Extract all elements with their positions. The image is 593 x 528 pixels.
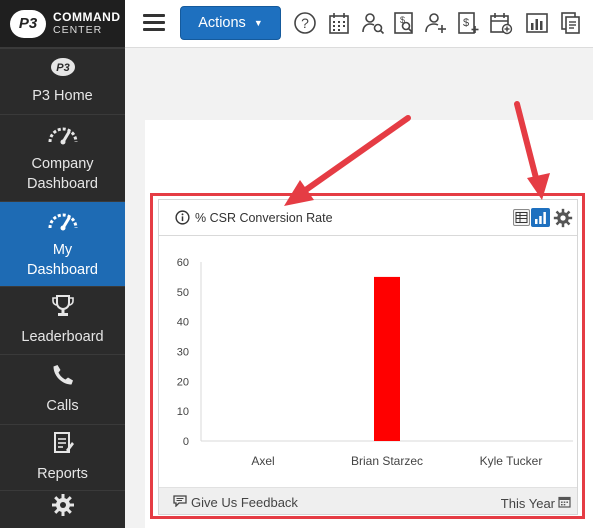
trophy-icon [51,294,74,324]
add-calendar-icon[interactable] [489,11,513,35]
app-root: P3 COMMAND CENTER P3 P3 Home Company Das… [0,0,593,528]
add-user-icon[interactable] [424,11,448,35]
widget-footer: Give Us Feedback This Year [159,487,577,514]
x-tick-label: Kyle Tucker [480,454,543,468]
sidebar-item-leaderboard[interactable]: Leaderboard [0,286,125,354]
add-invoice-icon[interactable]: $ [456,11,480,35]
bar-chart: 0 10 20 30 40 50 60 Axel Brian Starzec Kyle Tuck… [177,257,573,468]
logo-line-1: COMMAND [53,9,121,24]
sidebar-item-company-dashboard[interactable]: Company Dashboard [0,114,125,201]
x-tick-label: Brian Starzec [351,454,423,468]
sidebar-item-calls[interactable]: Calls [0,354,125,424]
logo-line-2: CENTER [53,23,103,36]
report-icon [52,431,74,461]
sidebar-item-label: P3 Home [32,88,93,104]
sidebar-item-label: Reports [37,466,88,482]
period-selector[interactable]: This Year [501,495,571,511]
give-feedback-link[interactable]: Give Us Feedback [173,494,298,510]
actions-button[interactable]: Actions ▼ [180,6,281,40]
sidebar-item-label: Leaderboard [21,329,104,345]
x-tick-label: Axel [251,454,274,468]
y-tick-label: 30 [177,347,189,359]
svg-text:$: $ [463,17,469,29]
y-tick-label: 0 [183,436,189,448]
bar-chart-icon[interactable] [525,11,549,35]
feedback-icon [173,494,187,510]
table-view-icon[interactable] [513,209,530,226]
sidebar: P3 COMMAND CENTER P3 P3 Home Company Das… [0,0,125,528]
sidebar-item-label: Company Dashboard [27,155,98,192]
chart-view-icon[interactable] [531,208,550,227]
top-bar: Actions ▼ ? $ $ [125,0,593,48]
y-tick-label: 60 [177,257,189,269]
help-icon[interactable]: ? [293,11,317,35]
logo[interactable]: P3 COMMAND CENTER [0,0,125,48]
speedometer-icon [47,209,79,237]
info-icon[interactable] [175,210,190,230]
p3-home-icon: P3 [50,57,76,83]
feedback-label: Give Us Feedback [191,494,298,510]
phone-icon [51,363,75,393]
svg-text:P3: P3 [56,62,69,74]
calendar-grid-icon[interactable] [327,11,351,35]
y-tick-label: 10 [177,406,189,418]
calendar-icon [558,495,571,511]
widget-title: % CSR Conversion Rate [195,211,333,225]
svg-text:?: ? [301,15,309,31]
y-tick-label: 20 [177,376,189,388]
widget-header: % CSR Conversion Rate [159,200,577,236]
documents-icon[interactable] [559,11,583,35]
sidebar-item-p3-home[interactable]: P3 P3 Home [0,48,125,114]
y-tick-label: 50 [177,287,189,299]
user-search-icon[interactable] [361,11,385,35]
gear-icon [51,493,75,523]
sidebar-item-label: My Dashboard [27,241,98,278]
widget-settings-gear-icon[interactable] [553,208,573,233]
y-tick-label: 40 [177,317,189,329]
caret-down-icon: ▼ [253,18,263,28]
period-label: This Year [500,495,555,511]
csr-conversion-widget: % CSR Conversion Rate 0 10 20 30 40 50 60 Axel… [158,199,578,515]
hamburger-menu-icon[interactable] [143,14,165,34]
bar[interactable] [374,276,400,441]
logo-mark: P3 [10,9,46,38]
actions-label: Actions [198,15,246,31]
sidebar-item-label: Calls [46,398,79,414]
sidebar-item-my-dashboard[interactable]: My Dashboard [0,201,125,286]
sidebar-item-settings[interactable] [0,490,125,528]
sidebar-item-reports[interactable]: Reports [0,424,125,490]
speedometer-icon [47,123,79,151]
dollar-search-icon[interactable]: $ [393,11,417,35]
